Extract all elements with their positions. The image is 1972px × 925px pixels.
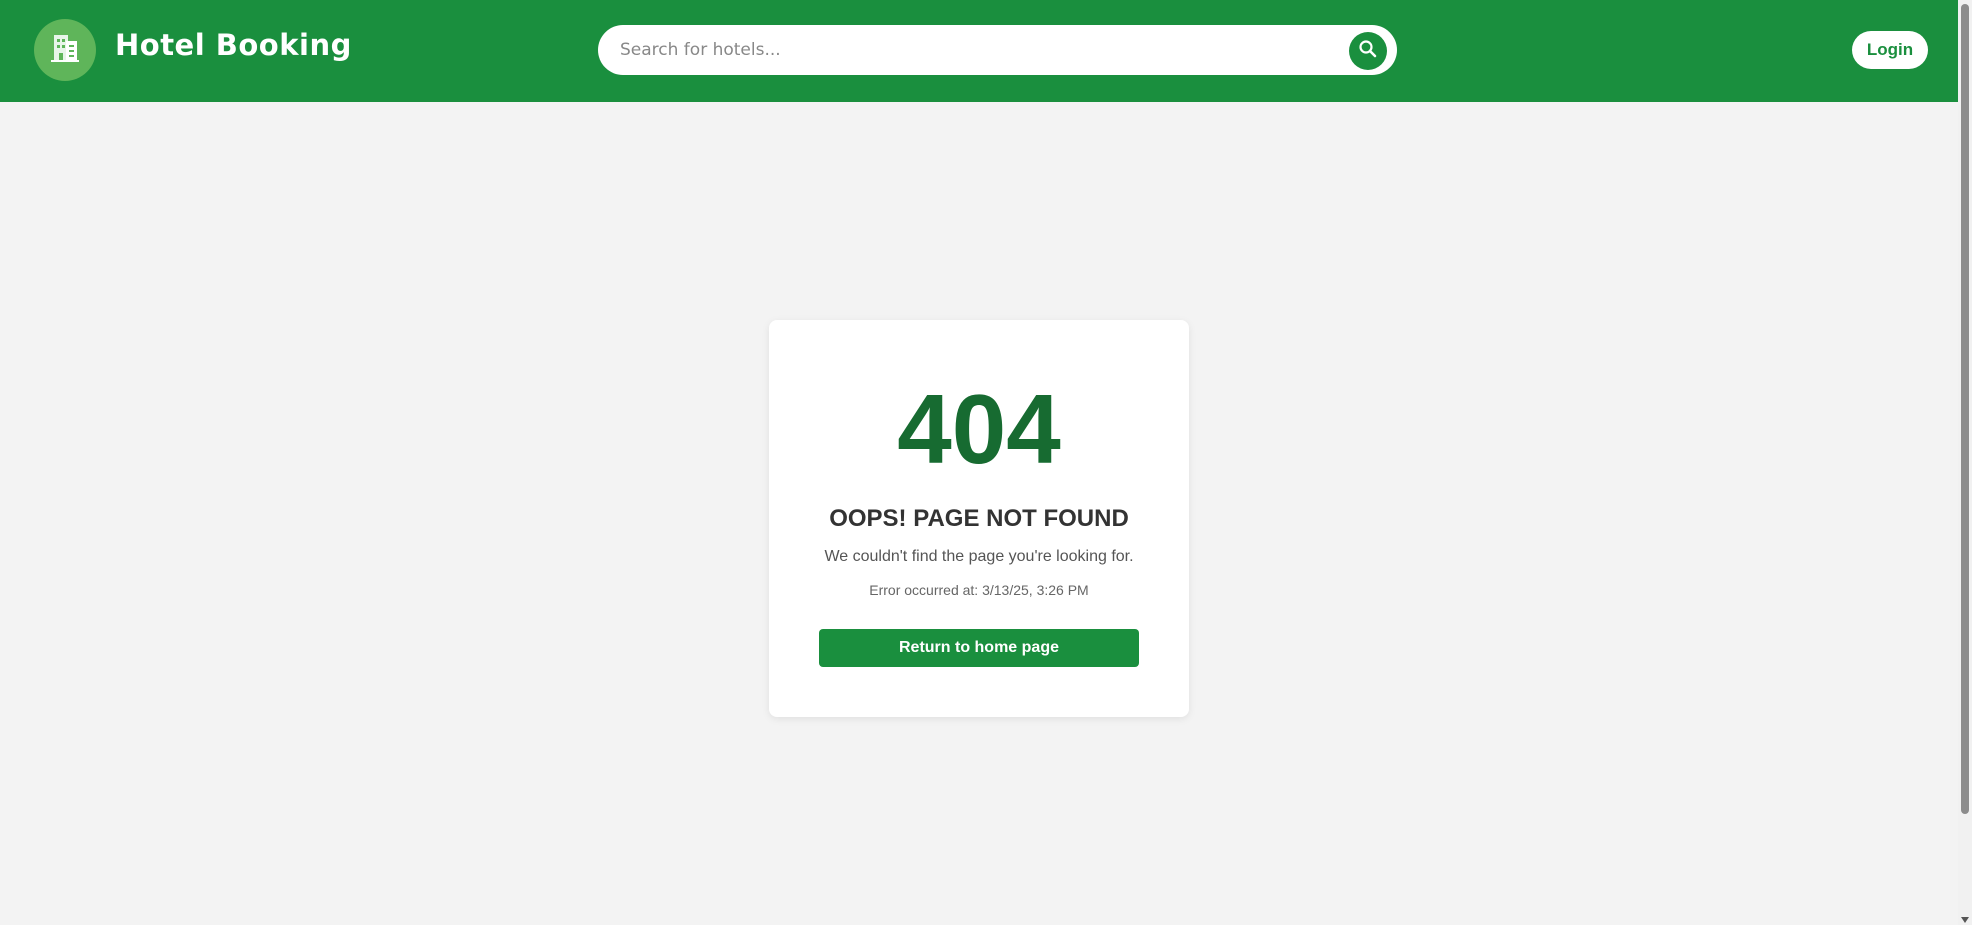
error-title: OOPS! PAGE NOT FOUND xyxy=(829,505,1129,532)
scroll-down-arrow-icon[interactable] xyxy=(1961,917,1969,923)
search-icon xyxy=(1358,39,1378,64)
return-home-button[interactable]: Return to home page xyxy=(819,629,1139,667)
scrollbar-thumb[interactable] xyxy=(1961,4,1969,814)
search-bar xyxy=(598,25,1397,75)
logo[interactable] xyxy=(34,19,96,81)
page: Hotel Booking Login 404 OOPS! PAGE NOT F… xyxy=(0,0,1972,925)
login-button[interactable]: Login xyxy=(1852,31,1928,69)
vertical-scrollbar[interactable] xyxy=(1958,0,1972,925)
error-card: 404 OOPS! PAGE NOT FOUND We couldn't fin… xyxy=(769,320,1189,717)
hotel-building-icon xyxy=(48,31,82,70)
error-timestamp: Error occurred at: 3/13/25, 3:26 PM xyxy=(869,582,1089,598)
brand-title[interactable]: Hotel Booking xyxy=(115,28,352,62)
top-header: Hotel Booking Login xyxy=(0,0,1958,102)
search-button[interactable] xyxy=(1349,32,1387,70)
error-code: 404 xyxy=(897,374,1061,484)
search-input[interactable] xyxy=(598,25,1318,75)
error-message: We couldn't find the page you're looking… xyxy=(824,548,1134,565)
